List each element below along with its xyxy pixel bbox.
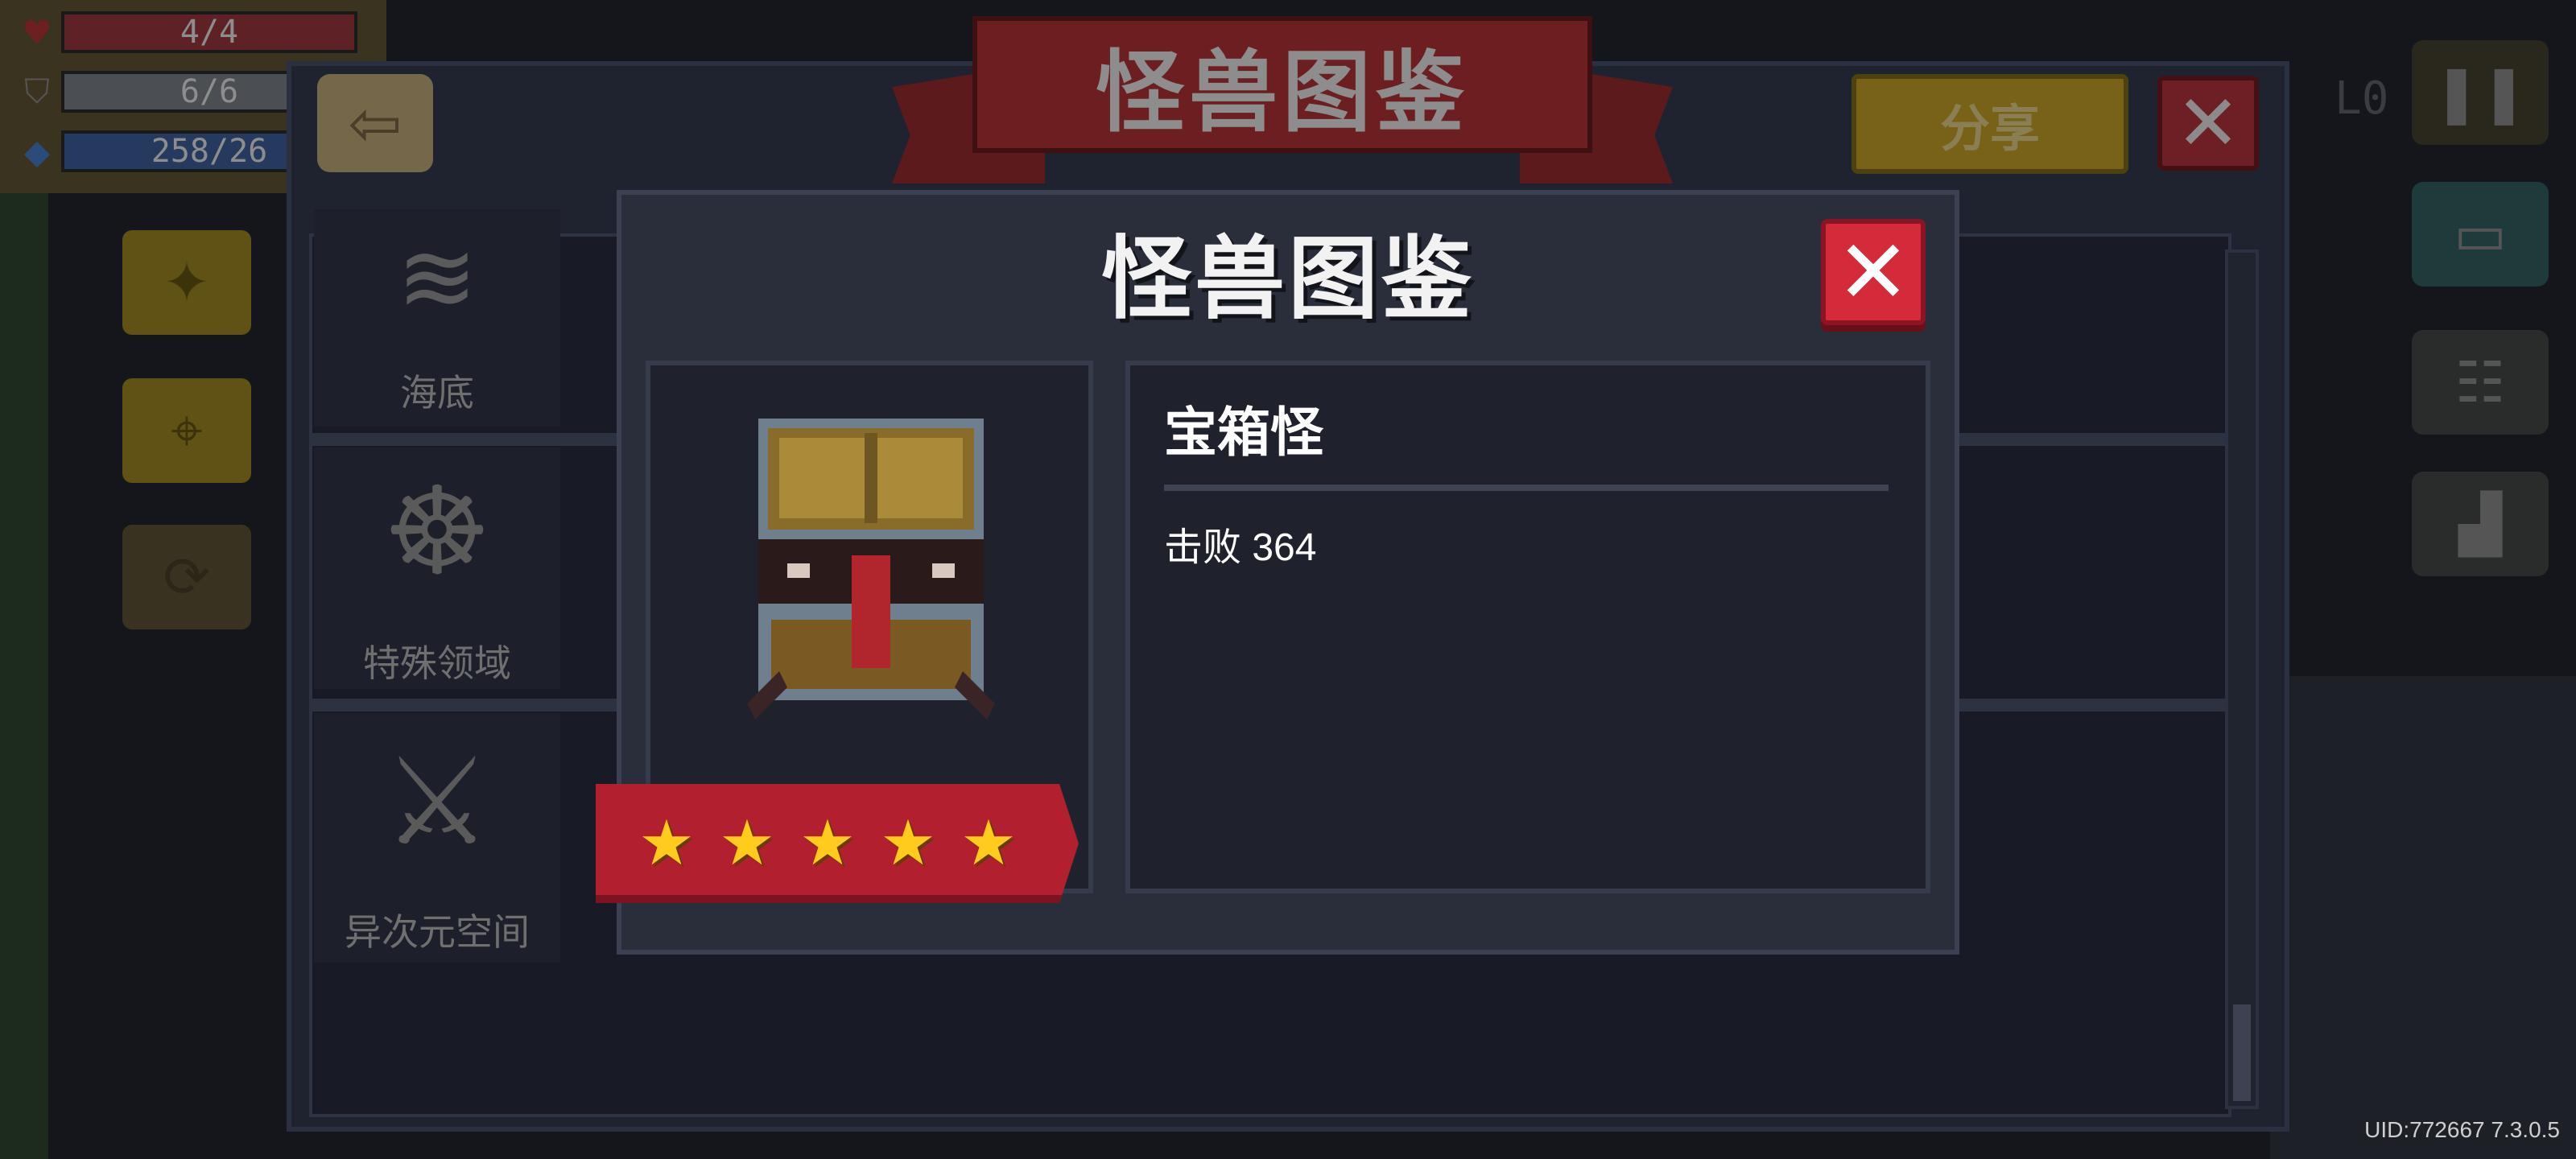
heart-icon: ♥ [22, 12, 52, 52]
health-value: 4/4 [180, 14, 239, 51]
scrollbar-thumb[interactable] [2233, 1004, 2251, 1101]
star-rating: ★ ★ ★ ★ ★ [636, 807, 1019, 880]
pause-icon: ❚❚ [2433, 60, 2528, 126]
swap-button[interactable]: ⟳ [122, 525, 251, 629]
profile-card-icon: ☷ [2454, 349, 2506, 415]
modal-close-button[interactable]: ✕ [1821, 219, 1926, 325]
skill-button[interactable]: ✦ [122, 230, 251, 335]
list-scrollbar[interactable] [2225, 250, 2259, 1109]
background-close-button[interactable]: ✕ [2157, 76, 2259, 171]
energy-value: 258/26 [151, 133, 268, 170]
map-button[interactable]: ⌖ [122, 378, 251, 483]
game-scenery-left [0, 193, 48, 1159]
star-icon: ✦ [163, 250, 211, 316]
armor-value: 6/6 [180, 73, 239, 110]
profile-button[interactable]: ☷ [2412, 330, 2549, 435]
back-button[interactable]: ⇦ [317, 74, 433, 172]
defeat-count: 击败 364 [1164, 526, 1317, 569]
level-indicator: L0 [2334, 72, 2389, 125]
stairs-button[interactable]: ▟ [2412, 472, 2549, 576]
wave-icon: ≋ [396, 221, 478, 334]
location-pin-icon: ⌖ [171, 397, 203, 464]
swap-icon: ⟳ [163, 544, 211, 610]
star-icon: ★ [799, 807, 856, 880]
title-banner: 怪兽图鉴 [892, 16, 1673, 184]
monster-name: 宝箱怪 [1164, 402, 1323, 464]
info-divider [1164, 485, 1889, 491]
category-label: 海底 [400, 371, 474, 415]
exit-door-icon: ⇦ [348, 85, 402, 161]
uid-version-text: UID:772667 7.3.0.5 [2364, 1117, 2560, 1142]
gamepad-icon: ▭ [2453, 201, 2508, 267]
knight-swords-icon: ⚔ [382, 732, 492, 872]
health-row: ♥ 4/4 [13, 11, 357, 53]
pause-button[interactable]: ❚❚ [2412, 40, 2549, 145]
star-icon: ★ [880, 807, 936, 880]
background-title: 怪兽图鉴 [972, 16, 1592, 153]
gamepad-button[interactable]: ▭ [2412, 182, 2549, 287]
star-icon: ★ [960, 807, 1017, 880]
star-icon: ★ [638, 807, 695, 880]
diamond-icon: ◆ [23, 131, 51, 171]
game-scenery-right [2270, 676, 2576, 1159]
health-bar: 4/4 [61, 11, 357, 53]
category-label: 特殊领域 [363, 641, 511, 685]
close-icon: ✕ [1835, 221, 1911, 324]
category-item-other-dimension[interactable]: ⚔ 异次元空间 [314, 713, 560, 963]
share-button[interactable]: 分享 [1852, 74, 2128, 174]
category-item-special-domain[interactable]: ☸ 特殊领域 [314, 448, 560, 689]
stairs-icon: ▟ [2458, 491, 2502, 557]
category-item-seabed[interactable]: ≋ 海底 [314, 209, 560, 427]
star-icon: ★ [719, 807, 775, 880]
close-icon: ✕ [2175, 78, 2241, 168]
category-label: 异次元空间 [345, 910, 530, 954]
lion-mask-icon: ☸ [382, 462, 492, 602]
shield-icon: ⛉ [24, 72, 50, 111]
modal-title: 怪兽图鉴 [1101, 227, 1475, 332]
